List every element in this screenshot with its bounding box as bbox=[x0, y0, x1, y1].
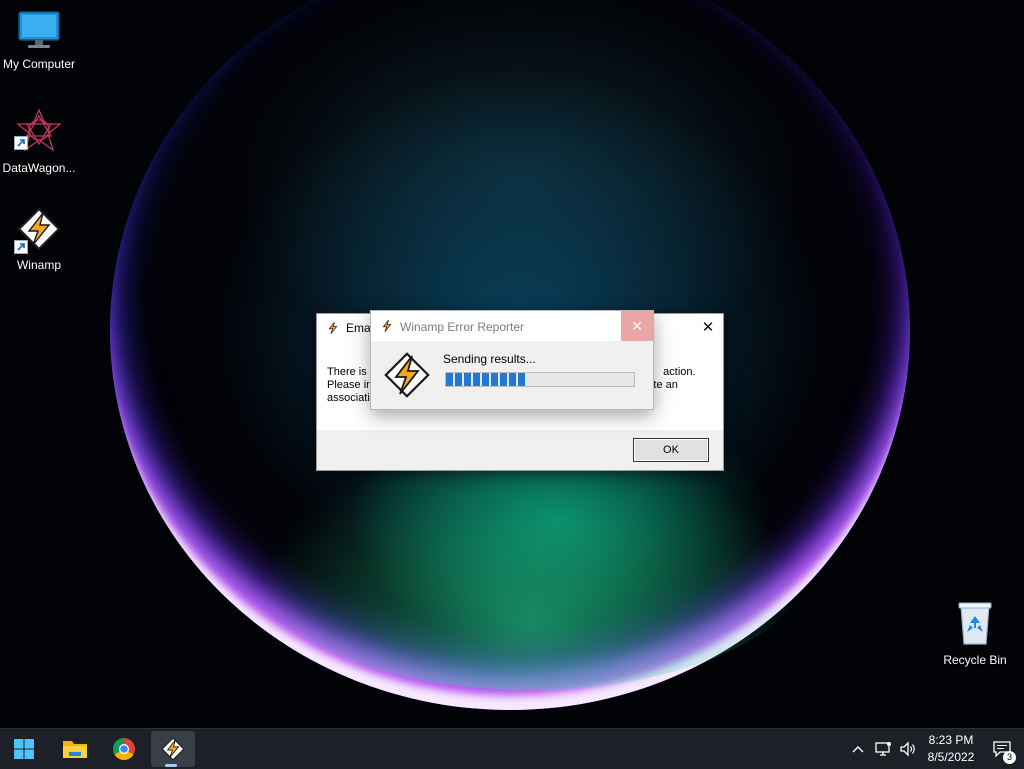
winamp-icon bbox=[382, 319, 392, 333]
status-text: Sending results... bbox=[443, 352, 536, 366]
desktop-icon-my-computer[interactable]: My Computer bbox=[0, 10, 78, 71]
monitor-icon bbox=[18, 11, 60, 48]
error-reporter-close-button[interactable]: ✕ bbox=[621, 311, 653, 341]
desktop-icon-label: Winamp bbox=[16, 258, 61, 272]
ok-button[interactable]: OK bbox=[633, 438, 709, 462]
progress-bar bbox=[445, 372, 635, 387]
speaker-icon bbox=[900, 741, 915, 757]
volume-button[interactable] bbox=[897, 729, 919, 769]
clock[interactable]: 8:23 PM 8/5/2022 bbox=[920, 732, 982, 766]
winamp-icon bbox=[328, 321, 338, 335]
error-reporter-title: Winamp Error Reporter bbox=[400, 320, 525, 334]
taskbar-chrome[interactable] bbox=[104, 729, 144, 769]
clock-date: 8/5/2022 bbox=[927, 750, 975, 764]
notification-count-badge: 3 bbox=[1003, 751, 1016, 764]
desktop-icon-winamp[interactable]: Winamp bbox=[0, 207, 78, 272]
start-icon bbox=[14, 739, 34, 759]
email-dialog-close-button[interactable]: ✕ bbox=[693, 314, 723, 342]
network-icon bbox=[875, 742, 891, 756]
chevron-up-icon bbox=[852, 746, 864, 753]
clock-time: 8:23 PM bbox=[928, 733, 974, 747]
shortcut-arrow-icon bbox=[14, 136, 28, 150]
file-explorer-icon bbox=[63, 741, 87, 758]
error-reporter-dialog: Winamp Error Reporter ✕ Sending results.… bbox=[370, 310, 654, 410]
desktop-icon-datawagon[interactable]: DataWagon... bbox=[0, 108, 78, 175]
email-dialog-footer: OK bbox=[317, 430, 723, 470]
taskbar-file-explorer[interactable] bbox=[55, 729, 95, 769]
desktop-icon-label: DataWagon... bbox=[2, 161, 76, 175]
winamp-icon bbox=[161, 737, 185, 761]
shortcut-arrow-icon bbox=[14, 240, 28, 254]
desktop-icon-recycle-bin[interactable]: Recycle Bin bbox=[936, 600, 1014, 667]
desktop-icon-label: Recycle Bin bbox=[943, 653, 1007, 667]
taskbar-winamp[interactable] bbox=[151, 731, 195, 767]
error-reporter-titlebar[interactable]: Winamp Error Reporter ✕ bbox=[371, 311, 653, 341]
winamp-logo-icon bbox=[384, 352, 430, 398]
start-button[interactable] bbox=[4, 729, 44, 769]
network-button[interactable] bbox=[872, 729, 894, 769]
chrome-icon bbox=[113, 738, 135, 760]
taskbar: 8:23 PM 8/5/2022 3 bbox=[0, 728, 1024, 769]
recycle-bin-icon bbox=[958, 602, 992, 645]
desktop: My Computer DataWagon... Winamp Recycle … bbox=[0, 0, 1024, 728]
desktop-icon-label: My Computer bbox=[2, 57, 76, 71]
progress-fill bbox=[446, 373, 527, 386]
show-hidden-icons-button[interactable] bbox=[848, 729, 868, 769]
